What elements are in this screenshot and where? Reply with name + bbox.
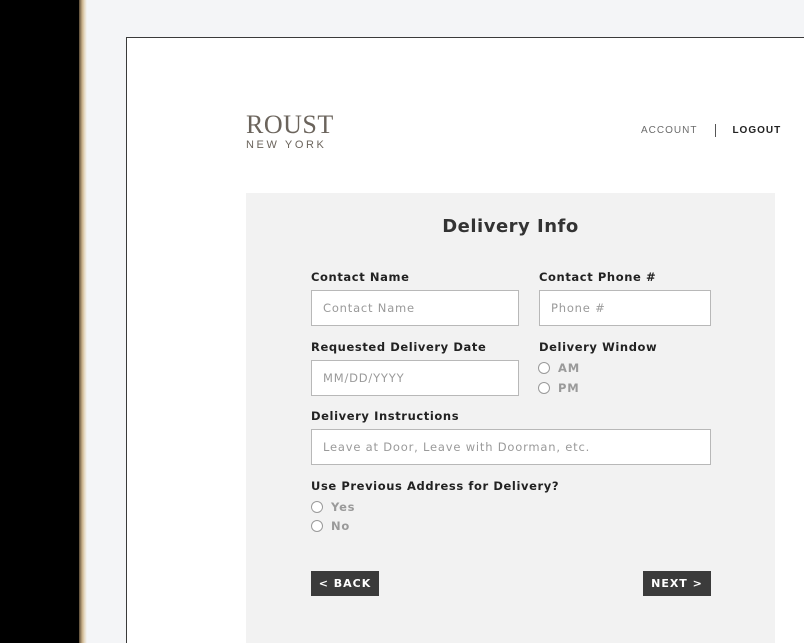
previous-address-label: Use Previous Address for Delivery? xyxy=(311,479,560,493)
logout-link[interactable]: LOGOUT xyxy=(732,125,781,136)
radio-label: Yes xyxy=(331,500,356,514)
next-button[interactable]: NEXT > xyxy=(643,571,711,596)
contact-name-input[interactable] xyxy=(311,290,519,326)
logo-subtitle: NEW YORK xyxy=(246,139,327,151)
nav-divider xyxy=(715,123,717,137)
radio-circle-icon[interactable] xyxy=(538,362,550,374)
account-link[interactable]: ACCOUNT xyxy=(641,125,697,136)
contact-name-label: Contact Name xyxy=(311,270,410,284)
radio-label: AM xyxy=(558,361,580,375)
contact-phone-label: Contact Phone # xyxy=(539,270,657,284)
radio-circle-icon[interactable] xyxy=(311,501,323,513)
back-button[interactable]: < BACK xyxy=(311,571,379,596)
previous-address-no-radio[interactable]: No xyxy=(311,519,350,533)
delivery-instructions-label: Delivery Instructions xyxy=(311,409,460,423)
left-black-strip xyxy=(0,0,80,643)
delivery-date-label: Requested Delivery Date xyxy=(311,340,487,354)
delivery-window-label: Delivery Window xyxy=(539,340,658,354)
logo-wordmark: ROUST xyxy=(246,110,334,139)
frame-edge xyxy=(79,0,87,643)
roust-logo[interactable]: ROUST NEW YORK xyxy=(246,110,334,152)
delivery-window-pm-radio[interactable]: PM xyxy=(538,381,579,395)
page-title: Delivery Info xyxy=(442,216,579,237)
radio-label: No xyxy=(331,519,351,533)
delivery-date-input[interactable] xyxy=(311,360,519,396)
previous-address-yes-radio[interactable]: Yes xyxy=(311,500,355,514)
delivery-window-am-radio[interactable]: AM xyxy=(538,361,580,375)
radio-circle-icon[interactable] xyxy=(311,520,323,532)
radio-circle-icon[interactable] xyxy=(538,382,550,394)
delivery-instructions-input[interactable] xyxy=(311,429,711,465)
top-nav: ACCOUNT LOGOUT xyxy=(641,123,781,137)
radio-label: PM xyxy=(558,381,580,395)
contact-phone-input[interactable] xyxy=(539,290,711,326)
